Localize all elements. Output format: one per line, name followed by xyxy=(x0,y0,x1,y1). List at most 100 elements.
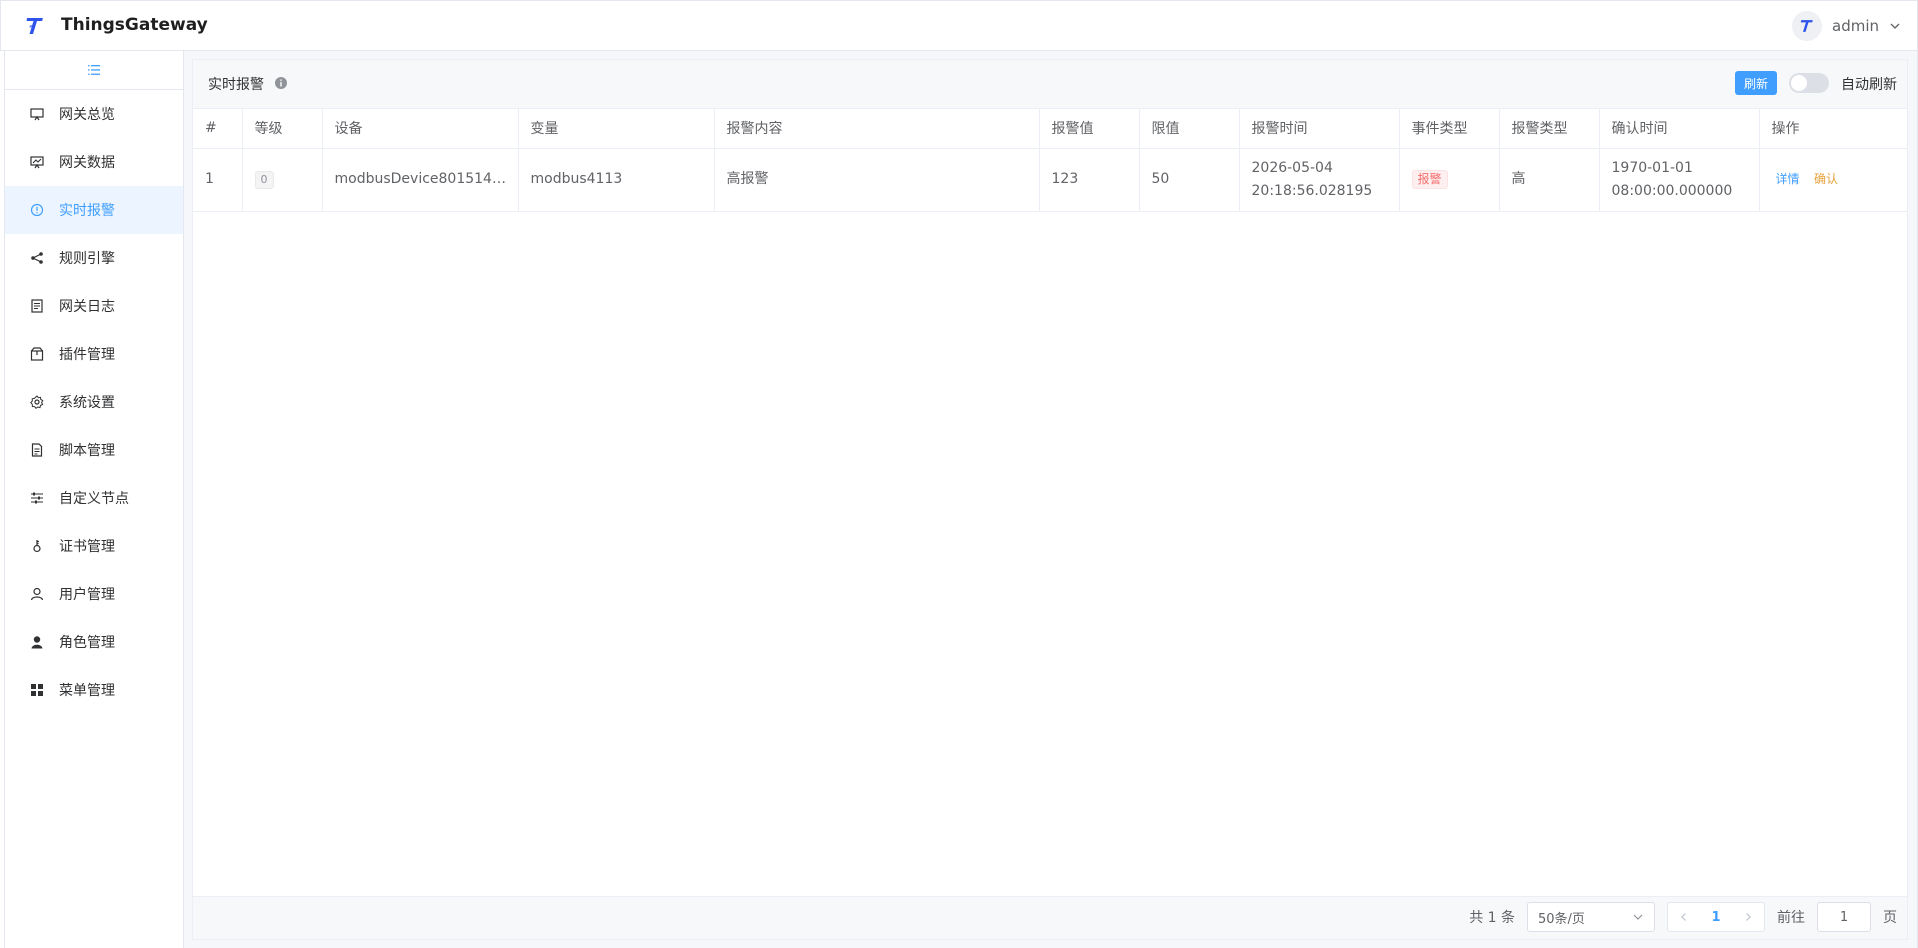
sidebar-item-user-management[interactable]: 用户管理 xyxy=(5,570,183,618)
alarm-panel: 实时报警 刷新 自动刷新 # 等级 设备 变量 报警内容 报警值 限值 报警时间… xyxy=(192,59,1908,940)
page-size-value: 50条/页 xyxy=(1538,911,1585,927)
cell-event-type: 报警 xyxy=(1399,148,1500,212)
table-row[interactable]: 1 0 modbusDevice8015147… modbus4113 高报警 … xyxy=(193,148,1908,212)
info-icon[interactable] xyxy=(274,76,288,90)
chevron-right-icon xyxy=(1746,913,1751,921)
column-header: 操作 xyxy=(1759,109,1908,149)
sidebar-item-gateway-log[interactable]: 网关日志 xyxy=(5,282,183,330)
refresh-button[interactable]: 刷新 xyxy=(1734,71,1777,95)
page-number-button[interactable]: 1 xyxy=(1700,903,1732,931)
sidebar-item-menu-management[interactable]: 菜单管理 xyxy=(5,666,183,714)
sidebar-item-custom-node[interactable]: 自定义节点 xyxy=(5,474,183,522)
avatar-logo-icon xyxy=(1800,20,1813,32)
document-icon xyxy=(29,298,45,314)
sidebar-item-role-management[interactable]: 角色管理 xyxy=(5,618,183,666)
column-header[interactable]: 确认时间 xyxy=(1599,109,1760,149)
column-header[interactable]: 限值 xyxy=(1139,109,1240,149)
gear-icon xyxy=(29,394,45,410)
share-icon xyxy=(29,250,45,266)
sidebar-item-system-settings[interactable]: 系统设置 xyxy=(5,378,183,426)
column-header[interactable]: 报警值 xyxy=(1039,109,1140,149)
cell-alarm-time: 2026-05-04 20:18:56.028195 xyxy=(1239,148,1400,212)
confirm-time: 08:00:00.000000 xyxy=(1611,182,1733,199)
sidebar-item-label: 自定义节点 xyxy=(59,491,129,507)
grid-icon xyxy=(29,682,45,698)
user-menu[interactable]: admin xyxy=(1792,11,1901,41)
alarm-table: # 等级 设备 变量 报警内容 报警值 限值 报警时间 事件类型 报警类型 确认… xyxy=(193,109,1908,212)
sidebar-item-label: 插件管理 xyxy=(59,347,115,363)
chart-board-icon xyxy=(29,154,45,170)
user-name: admin xyxy=(1832,17,1879,35)
sidebar-item-rule-engine[interactable]: 规则引擎 xyxy=(5,234,183,282)
app-root: ThingsGateway admin 网关总览 网关数据 实时报警 规则引擎 … xyxy=(0,0,1918,948)
sidebar-item-label: 实时报警 xyxy=(59,203,115,219)
confirm-date: 1970-01-01 xyxy=(1611,159,1693,176)
sidebar-item-label: 规则引擎 xyxy=(59,251,115,267)
confirm-link[interactable]: 确认 xyxy=(1814,172,1838,186)
sidebar-item-label: 菜单管理 xyxy=(59,683,115,699)
logo-icon xyxy=(26,18,43,34)
column-header[interactable]: 事件类型 xyxy=(1399,109,1500,149)
cell-device: modbusDevice8015147… xyxy=(322,148,519,212)
column-header[interactable]: 设备 xyxy=(322,109,519,149)
cell-limit: 50 xyxy=(1139,148,1240,212)
sidebar-item-label: 证书管理 xyxy=(59,539,115,555)
sidebar-item-label: 角色管理 xyxy=(59,635,115,651)
chevron-down-icon xyxy=(1633,914,1643,920)
user-filled-icon xyxy=(29,634,45,650)
auto-refresh-toggle[interactable] xyxy=(1789,73,1829,93)
page-size-select[interactable]: 50条/页 xyxy=(1527,902,1655,932)
level-badge: 0 xyxy=(254,171,274,189)
sidebar-item-label: 脚本管理 xyxy=(59,443,115,459)
toggle-knob xyxy=(1791,75,1807,91)
cell-confirm-time: 1970-01-01 08:00:00.000000 xyxy=(1599,148,1760,212)
table-header-row: # 等级 设备 变量 报警内容 报警值 限值 报警时间 事件类型 报警类型 确认… xyxy=(193,109,1908,149)
top-header: ThingsGateway admin xyxy=(0,0,1918,51)
sidebar-item-script-management[interactable]: 脚本管理 xyxy=(5,426,183,474)
auto-refresh-label: 自动刷新 xyxy=(1841,77,1897,93)
sidebar-item-label: 系统设置 xyxy=(59,395,115,411)
key-icon xyxy=(29,538,45,554)
cell-index: 1 xyxy=(193,148,243,212)
page-unit-label: 页 xyxy=(1883,910,1897,926)
alarm-table-container: # 等级 设备 变量 报警内容 报警值 限值 报警时间 事件类型 报警类型 确认… xyxy=(193,108,1908,897)
avatar xyxy=(1792,11,1822,41)
cell-content: 高报警 xyxy=(714,148,1040,212)
sliders-icon xyxy=(29,490,45,506)
user-icon xyxy=(29,586,45,602)
sidebar-menu: 网关总览 网关数据 实时报警 规则引擎 网关日志 插件管理 系统设置 脚本管理 … xyxy=(5,90,183,714)
sidebar-item-gateway-overview[interactable]: 网关总览 xyxy=(5,90,183,138)
detail-link[interactable]: 详情 xyxy=(1776,172,1800,186)
column-header[interactable]: 等级 xyxy=(242,109,323,149)
column-header[interactable]: # xyxy=(193,109,243,149)
sidebar-item-label: 网关数据 xyxy=(59,155,115,171)
panel-header: 实时报警 刷新 自动刷新 xyxy=(193,60,1907,108)
goto-label: 前往 xyxy=(1777,910,1805,926)
cell-value: 123 xyxy=(1039,148,1140,212)
pager-nav: 1 xyxy=(1667,902,1765,932)
page-title: 实时报警 xyxy=(208,77,264,93)
sidebar-item-label: 用户管理 xyxy=(59,587,115,603)
sidebar-item-label: 网关日志 xyxy=(59,299,115,315)
next-page-button[interactable] xyxy=(1732,903,1764,931)
sidebar-item-gateway-data[interactable]: 网关数据 xyxy=(5,138,183,186)
status-badge: 报警 xyxy=(1411,170,1448,189)
sidebar-item-realtime-alarm[interactable]: 实时报警 xyxy=(5,186,183,234)
column-header[interactable]: 变量 xyxy=(518,109,715,149)
alarm-time: 20:18:56.028195 xyxy=(1251,182,1373,199)
prev-page-button[interactable] xyxy=(1668,903,1700,931)
column-header[interactable]: 报警时间 xyxy=(1239,109,1400,149)
cell-alarm-type: 高 xyxy=(1499,148,1600,212)
sidebar-item-label: 网关总览 xyxy=(59,107,115,123)
sidebar-item-plugin-management[interactable]: 插件管理 xyxy=(5,330,183,378)
monitor-icon xyxy=(29,106,45,122)
column-header[interactable]: 报警类型 xyxy=(1499,109,1600,149)
alarm-date: 2026-05-04 xyxy=(1251,159,1333,176)
sidebar: 网关总览 网关数据 实时报警 规则引擎 网关日志 插件管理 系统设置 脚本管理 … xyxy=(4,51,184,948)
sidebar-item-certificate-management[interactable]: 证书管理 xyxy=(5,522,183,570)
collapse-menu-button[interactable] xyxy=(5,51,183,90)
column-header[interactable]: 报警内容 xyxy=(714,109,1040,149)
goto-page-input[interactable] xyxy=(1817,902,1871,932)
app-title: ThingsGateway xyxy=(61,15,208,35)
alert-circle-icon xyxy=(29,202,45,218)
